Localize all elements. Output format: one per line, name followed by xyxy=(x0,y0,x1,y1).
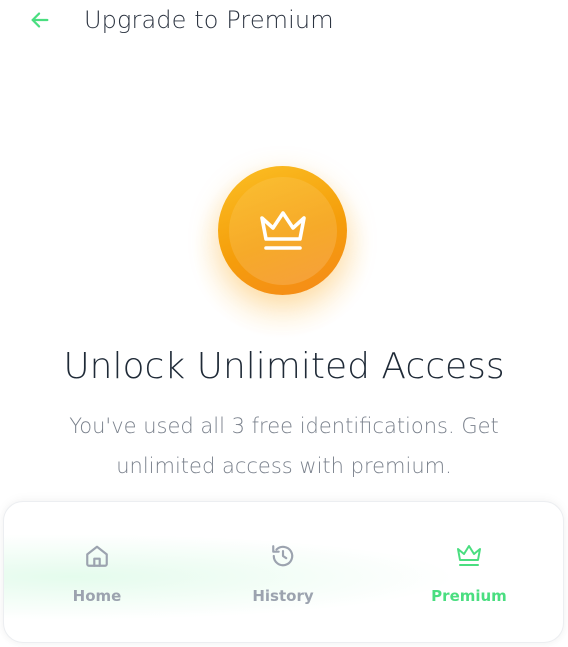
home-icon xyxy=(83,542,111,570)
page-title: Upgrade to Premium xyxy=(84,6,334,34)
crown-icon xyxy=(455,542,483,570)
bottom-nav: Home History Premium xyxy=(3,501,564,643)
upgrade-page: Upgrade to Premium Unlock Unlimited Acce… xyxy=(0,0,568,647)
premium-badge-inner xyxy=(228,176,337,285)
nav-item-home[interactable]: Home xyxy=(27,542,167,612)
nav-label-history: History xyxy=(252,587,314,605)
crown-icon xyxy=(259,210,306,250)
history-icon xyxy=(269,542,297,570)
nav-label-premium: Premium xyxy=(431,587,507,605)
app-header: Upgrade to Premium xyxy=(0,0,568,40)
back-button[interactable] xyxy=(26,6,54,34)
nav-item-premium[interactable]: Premium xyxy=(399,542,539,612)
headline: Unlock Unlimited Access xyxy=(63,346,505,387)
nav-item-history[interactable]: History xyxy=(213,542,353,612)
nav-label-home: Home xyxy=(72,587,122,605)
subtext: You've used all 3 free identifications. … xyxy=(69,414,499,478)
premium-badge xyxy=(218,166,347,295)
arrow-left-icon xyxy=(31,12,49,28)
